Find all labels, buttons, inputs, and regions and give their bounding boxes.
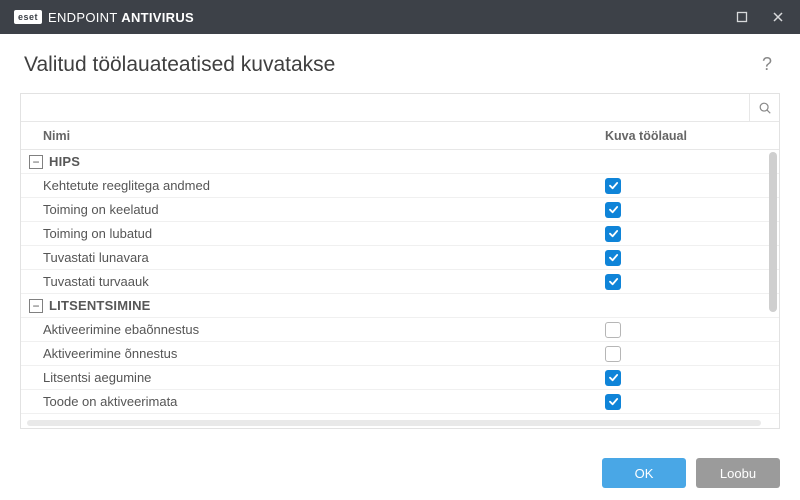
show-on-desktop-checkbox[interactable] <box>605 202 621 218</box>
search-row <box>21 94 779 122</box>
show-on-desktop-checkbox[interactable] <box>605 346 621 362</box>
page-title: Valitud töölauateatised kuvatakse <box>24 53 335 77</box>
show-on-desktop-checkbox[interactable] <box>605 178 621 194</box>
item-check-cell <box>605 226 765 242</box>
list-item: Litsentsi aegumine <box>21 366 779 390</box>
group-row: −HIPS <box>21 150 779 174</box>
item-check-cell <box>605 202 765 218</box>
list-item: Toiming on lubatud <box>21 222 779 246</box>
item-check-cell <box>605 370 765 386</box>
ok-button[interactable]: OK <box>602 458 686 488</box>
item-label: Aktiveerimine õnnestus <box>21 346 605 361</box>
group-label: LITSENTSIMINE <box>49 298 605 313</box>
column-header-show[interactable]: Kuva töölaual <box>605 129 765 143</box>
column-headers: Nimi Kuva töölaual <box>21 122 779 150</box>
show-on-desktop-checkbox[interactable] <box>605 394 621 410</box>
settings-list: −HIPSKehtetute reeglitega andmedToiming … <box>21 150 779 428</box>
brand-name-bold: ANTIVIRUS <box>121 10 194 25</box>
item-label: Aktiveerimine ebaõnnestus <box>21 322 605 337</box>
show-on-desktop-checkbox[interactable] <box>605 322 621 338</box>
show-on-desktop-checkbox[interactable] <box>605 250 621 266</box>
list-item: Tuvastati lunavara <box>21 246 779 270</box>
list-item: Aktiveerimine õnnestus <box>21 342 779 366</box>
item-label: Toiming on lubatud <box>21 226 605 241</box>
list-item: Kehtetute reeglitega andmed <box>21 174 779 198</box>
item-label: Toode on aktiveerimata <box>21 394 605 409</box>
show-on-desktop-checkbox[interactable] <box>605 370 621 386</box>
titlebar: eset ENDPOINT ANTIVIRUS <box>0 0 800 34</box>
help-button[interactable]: ? <box>758 50 776 79</box>
maximize-icon <box>736 11 748 23</box>
heading-row: Valitud töölauateatised kuvatakse ? <box>0 34 800 93</box>
item-label: Kehtetute reeglitega andmed <box>21 178 605 193</box>
vertical-scrollbar[interactable] <box>769 152 777 420</box>
show-on-desktop-checkbox[interactable] <box>605 226 621 242</box>
close-icon <box>772 11 784 23</box>
list-item: Aktiveerimine ebaõnnestus <box>21 318 779 342</box>
brand-name-light: ENDPOINT <box>48 10 121 25</box>
search-button[interactable] <box>749 94 779 121</box>
window-close-button[interactable] <box>764 3 792 31</box>
search-icon <box>758 101 772 115</box>
window-controls <box>728 3 792 31</box>
search-input[interactable] <box>21 94 749 121</box>
horizontal-scrollbar[interactable] <box>27 420 761 426</box>
group-label: HIPS <box>49 154 605 169</box>
item-check-cell <box>605 178 765 194</box>
window-maximize-button[interactable] <box>728 3 756 31</box>
footer: OK Loobu <box>0 446 800 500</box>
item-check-cell <box>605 394 765 410</box>
list-item: Tuvastati turvaauk <box>21 270 779 294</box>
vertical-scrollbar-thumb[interactable] <box>769 152 777 312</box>
column-header-name[interactable]: Nimi <box>21 129 605 143</box>
show-on-desktop-checkbox[interactable] <box>605 274 621 290</box>
group-collapse-toggle[interactable]: − <box>29 299 43 313</box>
list-item: Toode on aktiveerimata <box>21 390 779 414</box>
brand: eset ENDPOINT ANTIVIRUS <box>14 10 194 25</box>
item-label: Litsentsi aegumine <box>21 370 605 385</box>
cancel-button[interactable]: Loobu <box>696 458 780 488</box>
settings-panel: Nimi Kuva töölaual −HIPSKehtetute reegli… <box>20 93 780 429</box>
item-label: Toiming on keelatud <box>21 202 605 217</box>
list-item: Toiming on keelatud <box>21 198 779 222</box>
item-label: Tuvastati lunavara <box>21 250 605 265</box>
item-check-cell <box>605 346 765 362</box>
item-check-cell <box>605 322 765 338</box>
brand-tag: eset <box>14 10 42 24</box>
item-check-cell <box>605 250 765 266</box>
item-label: Tuvastati turvaauk <box>21 274 605 289</box>
group-row: −LITSENTSIMINE <box>21 294 779 318</box>
brand-name: ENDPOINT ANTIVIRUS <box>48 10 194 25</box>
group-collapse-toggle[interactable]: − <box>29 155 43 169</box>
item-check-cell <box>605 274 765 290</box>
